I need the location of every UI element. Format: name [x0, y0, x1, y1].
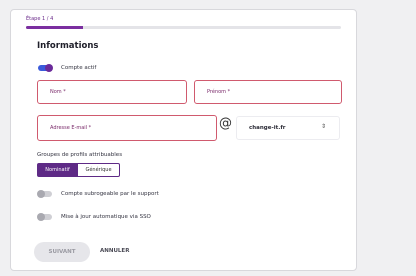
email-label: Adresse E-mail *: [50, 125, 92, 131]
group-option-nominatif[interactable]: Nominatif: [37, 163, 78, 177]
sso-label: Mise à jour automatique via SSO: [61, 214, 151, 220]
first-name-field[interactable]: Prénom *: [194, 80, 342, 104]
last-name-label: Nom *: [50, 89, 66, 95]
progress-bar: [26, 26, 341, 29]
email-field[interactable]: Adresse E-mail *: [37, 115, 217, 141]
step-indicator: Étape 1 / 4: [26, 16, 54, 22]
sso-toggle[interactable]: [37, 213, 52, 221]
subrogation-label: Compte subrogeable par le support: [61, 191, 159, 197]
domain-select[interactable]: change-it.fr ⇕: [236, 116, 340, 140]
last-name-field[interactable]: Nom *: [37, 80, 187, 104]
group-option-generique[interactable]: Générique: [78, 163, 120, 177]
active-account-label: Compte actif: [61, 65, 97, 71]
domain-value: change-it.fr: [249, 125, 286, 131]
cancel-button[interactable]: ANNULER: [100, 248, 129, 254]
first-name-label: Prénom *: [207, 89, 231, 95]
chevron-updown-icon: ⇕: [320, 123, 326, 130]
active-account-toggle[interactable]: [38, 64, 53, 72]
section-title: Informations: [37, 41, 99, 51]
toggle-knob: [45, 64, 53, 72]
at-sign-icon: @: [219, 116, 232, 131]
toggle-knob: [37, 190, 45, 198]
subrogation-toggle[interactable]: [37, 190, 52, 198]
progress-fill: [26, 26, 83, 29]
toggle-knob: [37, 213, 45, 221]
groups-label: Groupes de profils attribuables: [37, 152, 123, 158]
next-button[interactable]: SUIVANT: [34, 242, 90, 262]
